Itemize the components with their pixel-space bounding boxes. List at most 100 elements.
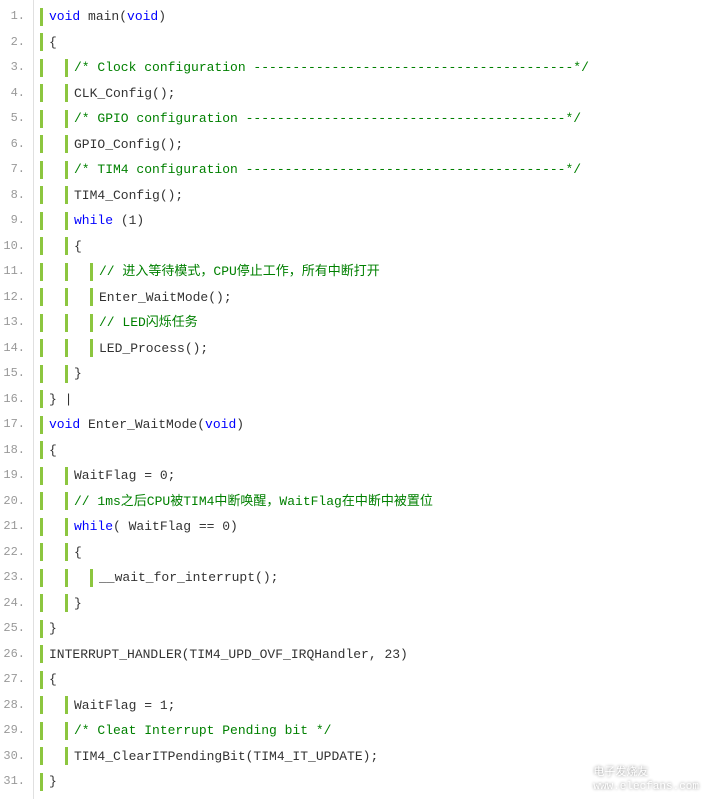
indent-guide — [40, 747, 43, 765]
code-line: { — [34, 540, 707, 566]
code-text: { — [49, 667, 57, 693]
line-number: 8. — [0, 183, 33, 209]
indent-guide — [65, 594, 68, 612]
code-text: // 1ms之后CPU被TIM4中断唤醒，WaitFlag在中断中被置位 — [74, 489, 433, 515]
indent-guide — [65, 135, 68, 153]
code-text: WaitFlag = 1; — [74, 693, 175, 719]
code-text: TIM4_ClearITPendingBit(TIM4_IT_UPDATE); — [74, 744, 378, 770]
indent-guide — [40, 671, 43, 689]
indent-guide — [65, 186, 68, 204]
indent-guide — [40, 237, 43, 255]
code-text: GPIO_Config(); — [74, 132, 183, 158]
indent-guide — [40, 645, 43, 663]
code-line: while (1) — [34, 208, 707, 234]
indent-guide — [40, 365, 43, 383]
indent-guide — [40, 339, 43, 357]
indent-guide — [65, 365, 68, 383]
code-text: } — [49, 616, 57, 642]
code-text: /* TIM4 configuration ------------------… — [74, 157, 581, 183]
line-number: 13. — [0, 310, 33, 336]
indent-guide — [40, 569, 43, 587]
indent-guide — [65, 161, 68, 179]
line-number: 31. — [0, 769, 33, 795]
code-text: } — [74, 361, 82, 387]
indent-guide — [40, 110, 43, 128]
line-number: 6. — [0, 132, 33, 158]
line-number: 29. — [0, 718, 33, 744]
line-number-gutter: 1.2.3.4.5.6.7.8.9.10.11.12.13.14.15.16.1… — [0, 0, 34, 799]
indent-guide — [40, 620, 43, 638]
line-number: 22. — [0, 540, 33, 566]
indent-guide — [40, 8, 43, 26]
indent-guide — [90, 288, 93, 306]
line-number: 25. — [0, 616, 33, 642]
code-text: // LED闪烁任务 — [99, 310, 198, 336]
line-number: 27. — [0, 667, 33, 693]
indent-guide — [65, 492, 68, 510]
watermark-url: www.elecfans.com — [593, 780, 699, 794]
line-number: 15. — [0, 361, 33, 387]
line-number: 26. — [0, 642, 33, 668]
code-line: CLK_Config(); — [34, 81, 707, 107]
line-number: 16. — [0, 387, 33, 413]
line-number: 12. — [0, 285, 33, 311]
indent-guide — [65, 518, 68, 536]
indent-guide — [40, 161, 43, 179]
code-text: { — [49, 438, 57, 464]
code-text: void Enter_WaitMode(void) — [49, 412, 244, 438]
code-line: while( WaitFlag == 0) — [34, 514, 707, 540]
line-number: 21. — [0, 514, 33, 540]
indent-guide — [40, 84, 43, 102]
indent-guide — [65, 237, 68, 255]
indent-guide — [65, 543, 68, 561]
indent-guide — [40, 518, 43, 536]
line-number: 5. — [0, 106, 33, 132]
indent-guide — [90, 339, 93, 357]
indent-guide — [65, 696, 68, 714]
code-line: TIM4_Config(); — [34, 183, 707, 209]
indent-guide — [40, 59, 43, 77]
indent-guide — [40, 135, 43, 153]
indent-guide — [40, 288, 43, 306]
code-line: } — [34, 616, 707, 642]
watermark-text: 电子发烧友 www.elecfans.com — [593, 766, 699, 795]
indent-guide — [90, 263, 93, 281]
indent-guide — [90, 314, 93, 332]
code-text: { — [74, 540, 82, 566]
code-text: __wait_for_interrupt(); — [99, 565, 278, 591]
code-line: INTERRUPT_HANDLER(TIM4_UPD_OVF_IRQHandle… — [34, 642, 707, 668]
line-number: 18. — [0, 438, 33, 464]
code-text: { — [74, 234, 82, 260]
code-text: } — [49, 769, 57, 795]
code-line: /* TIM4 configuration ------------------… — [34, 157, 707, 183]
code-text: while (1) — [74, 208, 144, 234]
indent-guide — [40, 722, 43, 740]
indent-guide — [40, 696, 43, 714]
indent-guide — [40, 467, 43, 485]
code-content-area: void main(void){/* Clock configuration -… — [34, 0, 707, 799]
indent-guide — [90, 569, 93, 587]
line-number: 20. — [0, 489, 33, 515]
code-line: { — [34, 234, 707, 260]
indent-guide — [40, 33, 43, 51]
indent-guide — [40, 543, 43, 561]
indent-guide — [40, 594, 43, 612]
code-text: { — [49, 30, 57, 56]
indent-guide — [65, 212, 68, 230]
code-line: void Enter_WaitMode(void) — [34, 412, 707, 438]
line-number: 7. — [0, 157, 33, 183]
indent-guide — [65, 339, 68, 357]
indent-guide — [65, 314, 68, 332]
indent-guide — [40, 416, 43, 434]
line-number: 1. — [0, 4, 33, 30]
line-number: 14. — [0, 336, 33, 362]
code-line: { — [34, 30, 707, 56]
line-number: 11. — [0, 259, 33, 285]
code-line: WaitFlag = 1; — [34, 693, 707, 719]
code-line: LED_Process(); — [34, 336, 707, 362]
line-number: 24. — [0, 591, 33, 617]
code-line: void main(void) — [34, 4, 707, 30]
code-text: while( WaitFlag == 0) — [74, 514, 238, 540]
indent-guide — [40, 186, 43, 204]
indent-guide — [40, 390, 43, 408]
